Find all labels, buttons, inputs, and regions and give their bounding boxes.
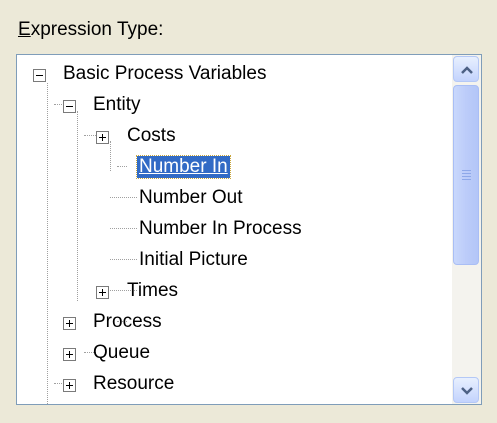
thumb-grip [462,179,471,180]
collapse-icon[interactable] [33,69,46,82]
collapse-icon[interactable] [63,100,76,113]
expand-icon[interactable] [96,131,109,144]
tree-node-initial-picture[interactable]: Initial Picture [17,245,452,276]
tree-node-label[interactable]: Basic Process Variables [61,63,268,85]
tree-node-label[interactable]: Times [125,280,180,302]
tree-node-label[interactable]: Resource [91,373,176,395]
tree-node-label[interactable]: Number Out [137,187,244,209]
tree-node-label[interactable]: Initial Picture [137,249,250,271]
tree-node-basic-process-variables[interactable]: Basic Process Variables [17,59,452,90]
scroll-up-button[interactable] [453,56,479,82]
vertical-scrollbar[interactable] [452,55,481,404]
tree-node-label[interactable]: Queue [91,342,152,364]
tree-node-label[interactable]: Number In Process [137,218,304,240]
thumb-grip [462,170,471,171]
thumb-grip [462,176,471,177]
thumb-grip [462,173,471,174]
tree-node-number-in[interactable]: Number In [17,152,452,183]
label-text: xpression Type: [30,19,164,40]
tree-node-number-out[interactable]: Number Out [17,183,452,214]
scroll-thumb[interactable] [453,85,479,265]
tree-node-entity[interactable]: Entity [17,90,452,121]
expand-icon[interactable] [63,379,76,392]
tree-content: Basic Process Variables Entity Costs Num… [17,55,452,404]
selected-label-text: Number In [139,156,228,177]
chevron-up-icon [461,66,473,74]
tree-node-label[interactable]: Entity [91,94,143,116]
tree-node-costs[interactable]: Costs [17,121,452,152]
scroll-down-button[interactable] [453,377,479,403]
chevron-down-icon [461,387,473,395]
tree-node-times[interactable]: Times [17,276,452,307]
tree-node-process[interactable]: Process [17,307,452,338]
expand-icon[interactable] [63,348,76,361]
tree-node-queue[interactable]: Queue [17,338,452,369]
tree-node-resource[interactable]: Resource [17,369,452,400]
mnemonic-letter: E [18,19,31,40]
tree-node-label-selected[interactable]: Number In [136,155,231,179]
tree-node-label[interactable]: Process [91,311,164,333]
expression-type-label: Expression Type: [18,18,163,42]
expression-type-tree[interactable]: Basic Process Variables Entity Costs Num… [16,54,482,405]
expand-icon[interactable] [96,286,109,299]
expand-icon[interactable] [63,317,76,330]
tree-node-label[interactable]: Costs [125,125,178,147]
tree-node-number-in-process[interactable]: Number In Process [17,214,452,245]
